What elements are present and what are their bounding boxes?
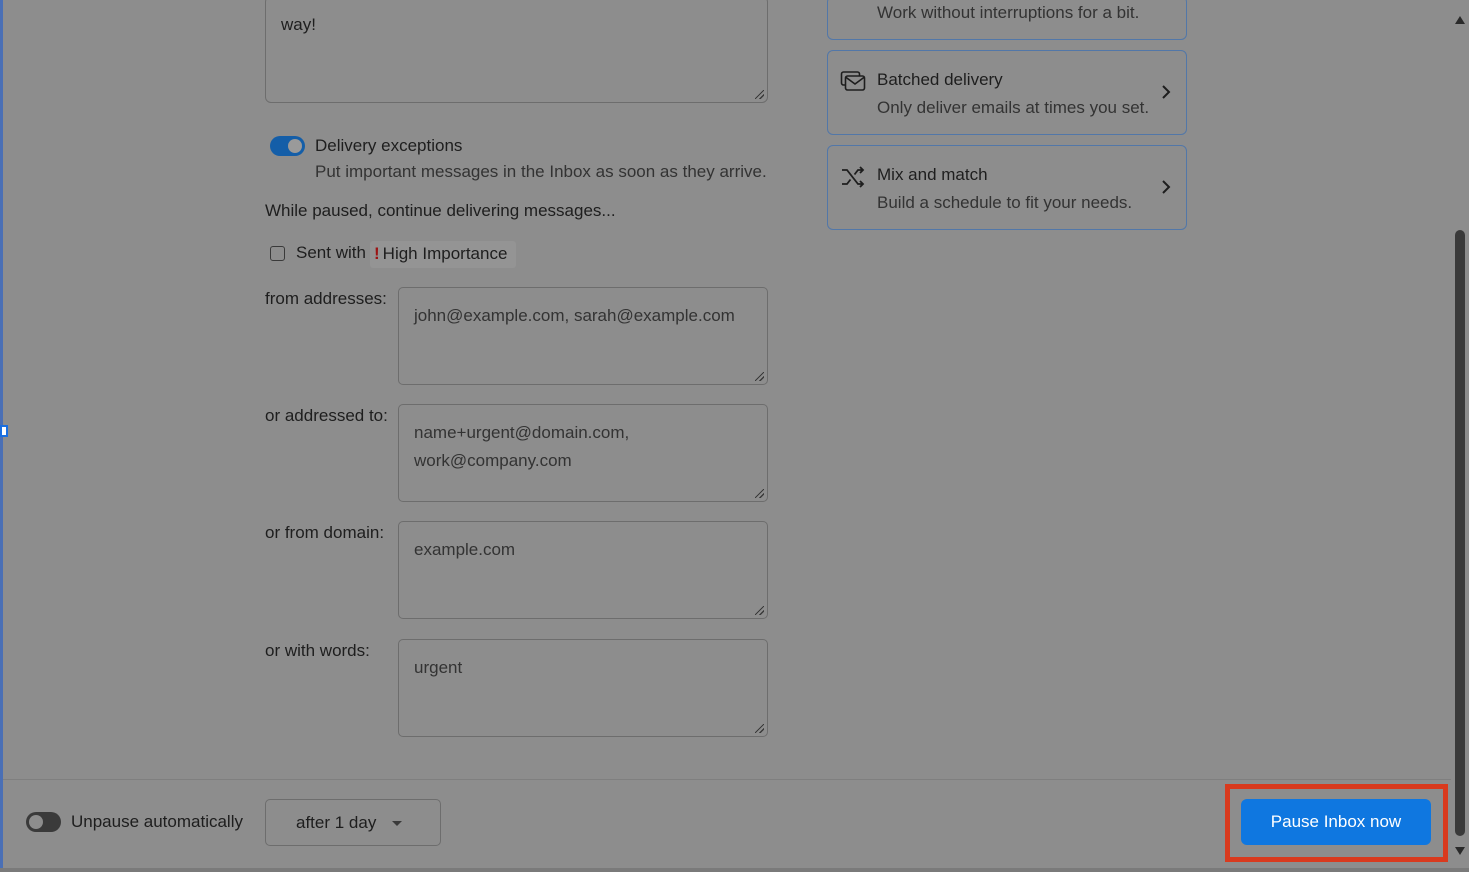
toggle-knob bbox=[29, 815, 43, 829]
chevron-right-icon bbox=[1162, 85, 1171, 99]
shuffle-icon bbox=[842, 166, 865, 188]
delivery-exceptions-toggle[interactable] bbox=[270, 136, 305, 156]
pause-inbox-now-button[interactable]: Pause Inbox now bbox=[1241, 799, 1431, 845]
from-domain-placeholder: example.com bbox=[414, 540, 516, 559]
scroll-up-arrow-icon[interactable] bbox=[1455, 16, 1465, 24]
resize-grip-icon[interactable] bbox=[755, 606, 764, 615]
batched-delivery-icon bbox=[840, 71, 866, 91]
mix-and-match-card[interactable]: Mix and match Build a schedule to fit yo… bbox=[827, 145, 1187, 230]
card-description: Work without interruptions for a bit. bbox=[877, 3, 1140, 22]
selection-handle[interactable] bbox=[0, 425, 8, 437]
caret-down-icon bbox=[392, 821, 402, 826]
sent-with-label: Sent with bbox=[296, 243, 366, 262]
scrollbar-thumb[interactable] bbox=[1455, 230, 1465, 836]
resize-grip-icon[interactable] bbox=[755, 489, 764, 498]
addressed-to-label: or addressed to: bbox=[265, 406, 388, 425]
delivery-exceptions-description: Put important messages in the Inbox as s… bbox=[315, 162, 767, 181]
from-addresses-field[interactable]: john@example.com, sarah@example.com bbox=[398, 287, 768, 385]
from-addresses-placeholder: john@example.com, sarah@example.com bbox=[414, 306, 735, 325]
from-domain-field[interactable]: example.com bbox=[398, 521, 768, 619]
with-words-placeholder: urgent bbox=[414, 658, 463, 677]
focus-card[interactable]: Work without interruptions for a bit. bbox=[827, 0, 1187, 40]
card-description: Only deliver emails at times you set. bbox=[877, 98, 1150, 117]
from-domain-label: or from domain: bbox=[265, 523, 385, 542]
high-importance-chip: ! High Importance bbox=[370, 241, 516, 268]
unpause-duration-select[interactable]: after 1 day bbox=[265, 799, 441, 846]
card-title: Mix and match bbox=[877, 165, 988, 184]
from-addresses-label: from addresses: bbox=[265, 289, 387, 308]
window-bottom-edge bbox=[0, 868, 1469, 872]
card-description: Build a schedule to fit your needs. bbox=[877, 193, 1133, 212]
while-paused-text: While paused, continue delivering messag… bbox=[265, 201, 616, 220]
addressed-to-field[interactable]: name+urgent@domain.com, work@company.com bbox=[398, 404, 768, 502]
resize-grip-icon[interactable] bbox=[755, 90, 764, 99]
delivery-exceptions-title: Delivery exceptions bbox=[315, 136, 463, 155]
message-textarea-value: way! bbox=[281, 15, 316, 34]
addressed-to-placeholder-line1: name+urgent@domain.com, bbox=[414, 423, 630, 442]
addressed-to-placeholder-line2: work@company.com bbox=[414, 451, 572, 470]
message-textarea[interactable]: way! bbox=[265, 0, 768, 103]
high-importance-checkbox[interactable] bbox=[270, 246, 285, 261]
with-words-field[interactable]: urgent bbox=[398, 639, 768, 737]
scroll-down-arrow-icon[interactable] bbox=[1455, 847, 1465, 855]
unpause-duration-value: after 1 day bbox=[296, 813, 377, 832]
high-importance-label: High Importance bbox=[382, 244, 508, 263]
card-title: Batched delivery bbox=[877, 70, 1003, 89]
exclamation-icon: ! bbox=[374, 244, 380, 263]
with-words-label: or with words: bbox=[265, 641, 370, 660]
toggle-knob bbox=[288, 139, 302, 153]
resize-grip-icon[interactable] bbox=[755, 372, 764, 381]
batched-delivery-card[interactable]: Batched delivery Only deliver emails at … bbox=[827, 50, 1187, 135]
unpause-automatically-toggle[interactable] bbox=[26, 812, 61, 832]
resize-grip-icon[interactable] bbox=[755, 724, 764, 733]
chevron-right-icon bbox=[1162, 180, 1171, 194]
unpause-automatically-label: Unpause automatically bbox=[71, 812, 243, 831]
